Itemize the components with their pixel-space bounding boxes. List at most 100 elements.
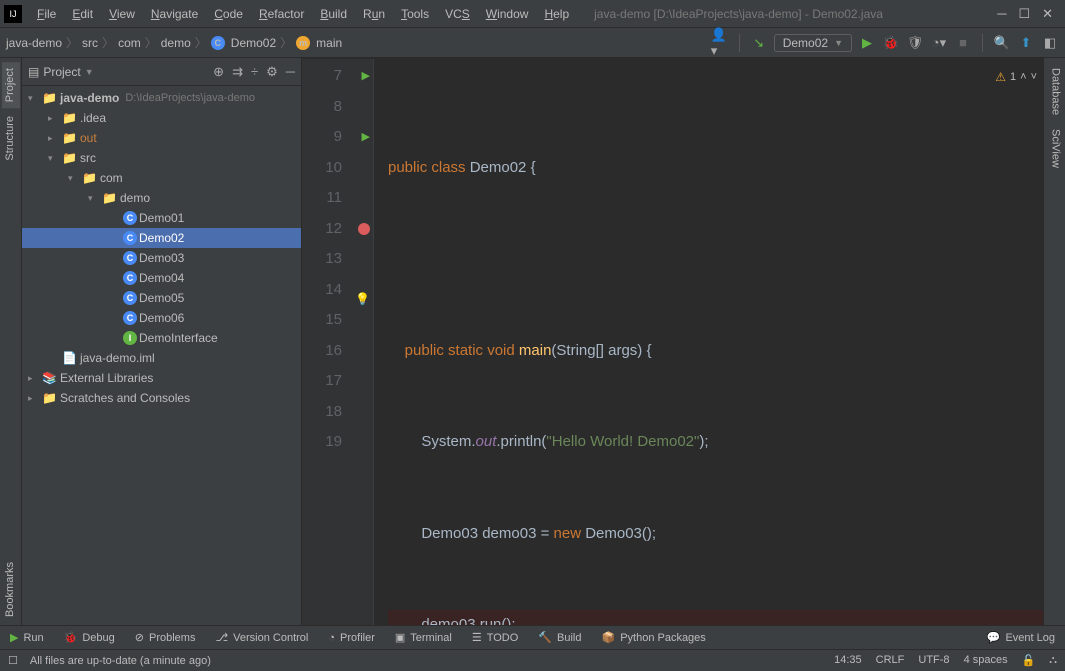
search-icon[interactable]: 🔍 [993,34,1011,52]
bottom-todo[interactable]: ☰TODO [472,631,518,644]
bottom-build[interactable]: 🔨Build [538,631,581,644]
class-icon: C [123,251,137,265]
bottom-python[interactable]: 📦Python Packages [601,631,705,644]
menu-tools[interactable]: Tools [394,5,436,23]
menu-navigate[interactable]: Navigate [144,5,205,23]
breadcrumb: java-demo〉 src〉 com〉 demo〉 CDemo02〉 mmai… [6,34,342,51]
ide-settings-icon[interactable]: ◧ [1041,34,1059,52]
menu-view[interactable]: View [102,5,142,23]
tree-demo05[interactable]: CDemo05 [22,288,301,308]
up-icon[interactable]: ˄ [1020,62,1026,93]
titlebar: IJ File Edit View Navigate Code Refactor… [0,0,1065,28]
class-icon: C [123,311,137,325]
settings-icon[interactable]: ⚙ [266,64,278,80]
tool-tab-sciview[interactable]: SciView [1046,123,1064,174]
tree-root[interactable]: ▾📁 java-demo D:\IdeaProjects\java-demo [22,88,301,108]
menu-window[interactable]: Window [479,5,536,23]
menu-refactor[interactable]: Refactor [252,5,311,23]
close-button[interactable]: ✕ [1042,6,1053,22]
bc-project[interactable]: java-demo [6,36,62,50]
tree-demo01[interactable]: CDemo01 [22,208,301,228]
menu-build[interactable]: Build [313,5,354,23]
panel-title[interactable]: Project [43,65,80,79]
bc-src[interactable]: src [82,36,98,50]
run-gutter-icon[interactable]: ▶ [362,61,370,92]
tool-tab-structure[interactable]: Structure [2,110,20,167]
minimize-button[interactable]: ─ [997,6,1006,22]
code-editor[interactable]: 7▶ 8 9▶ 10 11 12 13 14💡 15 16 17 18 19 ⚠… [302,59,1043,625]
bottom-profiler[interactable]: ◔Profiler [328,632,375,644]
down-icon[interactable]: ˅ [1031,62,1037,93]
run-config-selector[interactable]: Demo02 ▼ [774,34,852,52]
update-icon[interactable]: ⬆ [1017,34,1035,52]
line-gutter[interactable]: 7▶ 8 9▶ 10 11 12 13 14💡 15 16 17 18 19 [302,59,352,625]
maximize-button[interactable]: ☐ [1018,6,1030,22]
hide-icon[interactable]: ─ [286,64,295,80]
debug-icon[interactable]: 🐞 [882,34,900,52]
class-icon: C [123,231,137,245]
readonly-lock-icon[interactable]: 🔓 [1022,654,1036,667]
bc-com[interactable]: com [118,36,141,50]
tool-tab-project[interactable]: Project [2,62,20,108]
status-position[interactable]: 14:35 [834,654,862,667]
status-indent[interactable]: 4 spaces [964,654,1008,667]
memory-indicator-icon[interactable]: ⛬ [1049,654,1057,667]
run-icon[interactable]: ▶ [858,34,876,52]
panel-dropdown-icon[interactable]: ▼ [85,67,94,77]
tool-tab-bookmarks[interactable]: Bookmarks [2,556,20,623]
stop-icon[interactable]: ■ [954,34,972,52]
project-panel-header: ▤ Project ▼ ⊕ ⇉ ÷ ⚙ ─ [22,58,301,86]
tree-iml[interactable]: 📄java-demo.iml [22,348,301,368]
expand-icon[interactable]: ⇉ [232,64,243,80]
coverage-icon[interactable]: 🛡 [906,34,924,52]
breakpoint-icon[interactable] [358,223,370,235]
menu-help[interactable]: Help [537,5,576,23]
intention-bulb-icon[interactable]: 💡 [355,284,370,315]
tool-tab-database[interactable]: Database [1046,62,1064,121]
status-icon[interactable]: ☐ [8,654,18,667]
inspection-badge[interactable]: ⚠ 1 ˄ ˅ [995,62,1037,93]
method-icon: m [296,36,310,50]
profile-icon[interactable]: ◔▾ [930,34,948,52]
editor-area: e.java✕ CDemo06.java✕ CDemo05.java✕ CDem… [302,58,1043,625]
bottom-terminal[interactable]: ▣Terminal [395,631,452,644]
bottom-run[interactable]: ▶Run [10,631,44,644]
menu-run[interactable]: Run [356,5,392,23]
tree-out[interactable]: ▸📁out [22,128,301,148]
tree-demo06[interactable]: CDemo06 [22,308,301,328]
code-content[interactable]: ⚠ 1 ˄ ˅ public class Demo02 { public sta… [374,59,1043,625]
menu-vcs[interactable]: VCS [438,5,477,23]
hammer-icon[interactable]: ↘ [750,34,768,52]
menu-edit[interactable]: Edit [65,5,100,23]
tree-src[interactable]: ▾📁src [22,148,301,168]
bc-class[interactable]: Demo02 [231,36,276,50]
run-gutter-icon[interactable]: ▶ [362,122,370,153]
locate-icon[interactable]: ⊕ [213,64,224,80]
tree-demointerface[interactable]: IDemoInterface [22,328,301,348]
bottom-debug[interactable]: 🐞Debug [64,631,115,644]
tree-demo03[interactable]: CDemo03 [22,248,301,268]
status-bar: ☐ All files are up-to-date (a minute ago… [0,649,1065,671]
bc-demo[interactable]: demo [161,36,191,50]
class-icon: C [123,211,137,225]
menu-file[interactable]: File [30,5,63,23]
add-config-icon[interactable]: 👤▾ [711,34,729,52]
tree-scratches[interactable]: ▸📁Scratches and Consoles [22,388,301,408]
tree-demo[interactable]: ▾📁demo [22,188,301,208]
tree-idea[interactable]: ▸📁.idea [22,108,301,128]
bottom-problems[interactable]: ⊘Problems [135,631,196,644]
tree-demo02[interactable]: CDemo02 [22,228,301,248]
status-lineending[interactable]: CRLF [876,654,905,667]
project-panel: ▤ Project ▼ ⊕ ⇉ ÷ ⚙ ─ ▾📁 java-demo D:\Id… [22,58,302,625]
menu-code[interactable]: Code [207,5,250,23]
tree-demo04[interactable]: CDemo04 [22,268,301,288]
navigation-bar: java-demo〉 src〉 com〉 demo〉 CDemo02〉 mmai… [0,28,1065,58]
bottom-eventlog[interactable]: 💬Event Log [987,631,1055,644]
collapse-icon[interactable]: ÷ [251,64,258,80]
tree-com[interactable]: ▾📁com [22,168,301,188]
window-controls: ─ ☐ ✕ [997,6,1061,22]
status-encoding[interactable]: UTF-8 [918,654,949,667]
bc-method[interactable]: main [316,36,342,50]
tree-extlib[interactable]: ▸📚External Libraries [22,368,301,388]
bottom-vcs[interactable]: ⎇Version Control [215,631,308,644]
